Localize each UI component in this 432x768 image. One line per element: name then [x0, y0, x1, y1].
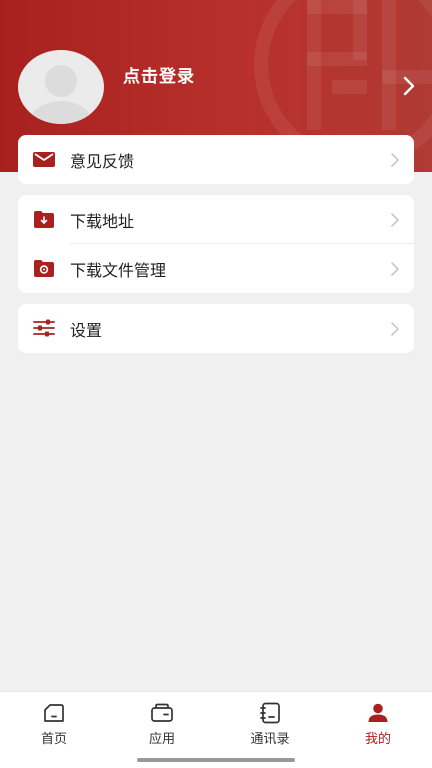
tab-contacts[interactable]: 通讯录 [216, 692, 324, 752]
sliders-icon [33, 319, 55, 337]
chevron-right-icon [391, 262, 399, 276]
menu-item-label: 下载地址 [70, 212, 135, 231]
menu-item-download-address[interactable]: 下载地址 [18, 195, 414, 244]
folder-manage-icon [34, 260, 54, 277]
chevron-right-icon [391, 153, 399, 167]
menu-item-settings[interactable]: 设置 [18, 304, 414, 353]
login-link[interactable]: 点击登录 [123, 62, 195, 87]
home-indicator [137, 758, 295, 762]
chevron-right-icon [391, 322, 399, 336]
menu-item-feedback[interactable]: 意见反馈 [18, 135, 414, 184]
wallet-icon [151, 703, 173, 722]
avatar-placeholder-icon [28, 65, 94, 124]
tab-label: 通讯录 [250, 732, 290, 747]
mail-icon [33, 152, 55, 167]
menu-item-download-files[interactable]: 下载文件管理 [18, 244, 414, 293]
menu-item-label: 意见反馈 [70, 152, 135, 171]
avatar[interactable] [18, 50, 104, 124]
menu-card-feedback: 意见反馈 [18, 135, 414, 184]
tab-label: 应用 [148, 732, 175, 747]
tab-label: 我的 [364, 732, 391, 747]
menu-item-label: 下载文件管理 [70, 261, 167, 280]
tab-apps[interactable]: 应用 [108, 692, 216, 752]
tab-me[interactable]: 我的 [324, 692, 432, 752]
bottom-tab-bar: 首页 应用 通讯录 我的 [0, 691, 432, 768]
tab-label: 首页 [40, 732, 67, 747]
download-folder-icon [34, 211, 54, 228]
chevron-right-icon[interactable] [402, 76, 416, 96]
home-icon [44, 704, 64, 722]
menu-card-downloads: 下载地址 下载文件管理 [18, 195, 414, 293]
user-icon [368, 703, 388, 722]
tab-home[interactable]: 首页 [0, 692, 108, 752]
menu-card-settings: 设置 [18, 304, 414, 353]
chevron-right-icon [391, 213, 399, 227]
menu-item-label: 设置 [70, 321, 103, 340]
contacts-icon [260, 702, 280, 724]
